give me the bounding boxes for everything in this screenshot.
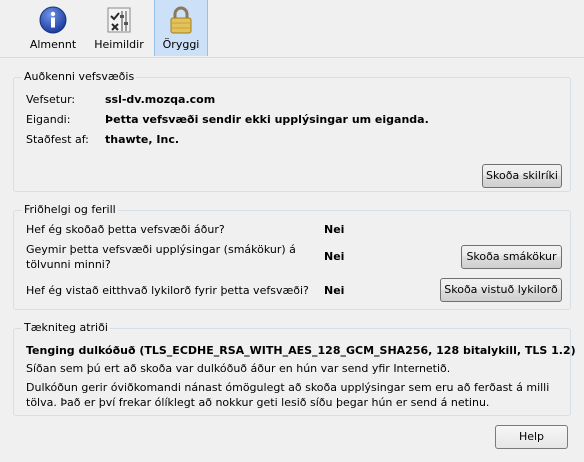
privacy-group: Friðhelgi og ferill Hef ég skoðað þetta … [13,203,571,310]
identity-group: Auðkenni vefsvæðis Vefsetur: ssl-dv.mozq… [13,70,571,192]
tab-permissions[interactable]: Heimildir [88,0,150,56]
view-saved-passwords-button[interactable]: Skoða vistuð lykilorð [440,278,562,302]
tab-security-label: Öryggi [162,38,200,51]
tab-general[interactable]: Almennt [20,0,86,56]
owner-value: Þetta vefsvæði sendir ekki upplýsingar u… [105,113,429,126]
verified-by-label: Staðfest af: [26,133,89,146]
tab-toolbar: Almennt Heimildir Öryggi [0,0,584,56]
verified-by-value: thawte, Inc. [105,133,180,146]
owner-label: Eigandi: [26,113,71,126]
cookies-question-line1: Geymir þetta vefsvæði upplýsingar (smákö… [26,243,296,256]
technical-group: Tækniteg atriði Tenging dulkóðuð (TLS_EC… [13,321,576,416]
passwords-answer: Nei [324,284,345,297]
tab-permissions-label: Heimildir [94,38,144,51]
cookies-question-line2: tölvunni minni? [26,258,111,271]
toolbar-divider [0,57,584,58]
technical-line1: Síðan sem þú ert að skoða var dulkóðuð á… [26,362,451,375]
connection-status: Tenging dulkóðuð (TLS_ECDHE_RSA_WITH_AES… [26,344,576,357]
help-button[interactable]: Help [495,425,568,449]
permissions-icon [107,7,131,33]
cookies-answer: Nei [324,250,345,263]
view-cookies-button[interactable]: Skoða smákökur [461,245,562,269]
technical-line3: tölva. Það er því frekar ólíklegt að nok… [26,396,490,409]
technical-title: Tækniteg atriði [22,321,110,334]
view-certificate-button[interactable]: Skoða skilríki [482,164,562,188]
lock-icon [170,6,192,34]
visited-question: Hef ég skoðað þetta vefsvæði áður? [26,223,225,236]
technical-line2: Dulkóðun gerir óviðkomandi nánast ómögul… [26,381,550,394]
identity-title: Auðkenni vefsvæðis [22,70,137,83]
tab-security[interactable]: Öryggi [154,0,208,56]
website-label: Vefsetur: [26,93,76,106]
visited-answer: Nei [324,223,345,236]
tab-general-label: Almennt [29,38,77,51]
privacy-title: Friðhelgi og ferill [22,203,118,216]
website-value: ssl-dv.mozqa.com [105,93,216,106]
info-icon [39,6,67,34]
passwords-question: Hef ég vistað eitthvað lykilorð fyrir þe… [26,284,309,297]
